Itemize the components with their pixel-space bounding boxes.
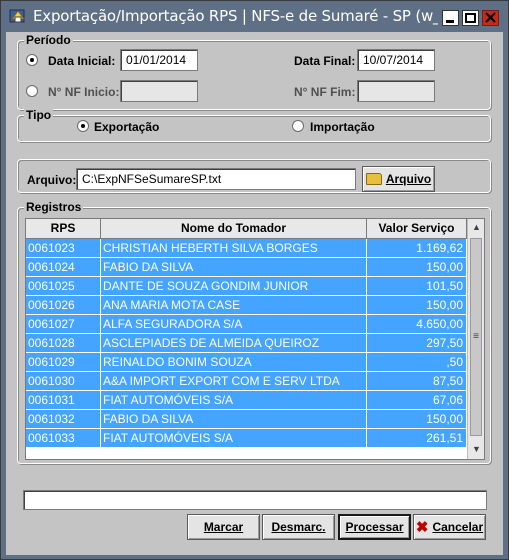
nf-fim-label: N° NF Fim: — [294, 85, 356, 99]
arquivo-button-label: Arquivo — [385, 172, 432, 186]
importacao-label[interactable]: Importação — [310, 120, 375, 134]
periodo-group-label: Período — [24, 33, 73, 47]
desmarcar-button-label: Desmarc. — [271, 520, 326, 534]
cell-rps: 0061023 — [26, 239, 101, 257]
close-button[interactable] — [482, 10, 499, 26]
radio-importacao[interactable] — [292, 120, 304, 132]
minimize-icon — [446, 20, 454, 23]
data-final-input[interactable]: 10/07/2014 — [357, 49, 435, 71]
table-row[interactable]: 0061031 FIAT AUTOMÓVEIS S/A 67,06 — [26, 391, 467, 410]
table-row[interactable]: 0061032 FABIO DA SILVA 150,00 — [26, 410, 467, 429]
data-final-label: Data Final: — [294, 54, 356, 68]
cell-rps: 0061028 — [26, 334, 101, 352]
vertical-scrollbar[interactable]: ▲ ≡ ▼ — [467, 219, 484, 459]
exportacao-label[interactable]: Exportação — [94, 120, 159, 134]
title-bar[interactable]: Exportação/Importação RPS | NFS-e de Sum… — [1, 1, 508, 31]
grid-body: 0061023 CHRISTIAN HEBERTH SILVA BORGES 1.1… — [26, 239, 467, 448]
cell-nome: DANTE DE SOUZA GONDIM JUNIOR — [101, 277, 367, 295]
column-header-rps[interactable]: RPS — [26, 219, 101, 239]
cell-valor: ,50 — [367, 353, 467, 371]
tipo-group-label: Tipo — [24, 108, 54, 122]
cell-valor: 150,00 — [367, 410, 467, 428]
column-header-valor-servico[interactable]: Valor Serviço — [367, 219, 467, 239]
data-inicial-label: Data Inicial: — [48, 54, 116, 68]
cell-valor: 67,06 — [367, 391, 467, 409]
nf-inicio-input[interactable] — [120, 80, 198, 102]
cell-valor: 297,50 — [367, 334, 467, 352]
maximize-icon — [465, 13, 476, 23]
cell-valor: 261,51 — [367, 429, 467, 447]
cell-valor: 87,50 — [367, 372, 467, 390]
cell-valor: 1.169,62 — [367, 239, 467, 257]
cell-rps: 0061030 — [26, 372, 101, 390]
table-row[interactable]: 0061026 ANA MARIA MOTA CASE 150,00 — [26, 296, 467, 315]
table-row[interactable]: 0061023 CHRISTIAN HEBERTH SILVA BORGES 1.1… — [26, 239, 467, 258]
cell-rps: 0061033 — [26, 429, 101, 447]
scroll-thumb[interactable]: ≡ — [470, 238, 482, 436]
cancelar-button[interactable]: ✖ Cancelar — [413, 514, 486, 540]
cell-rps: 0061025 — [26, 277, 101, 295]
marcar-button-label: Marcar — [203, 520, 244, 534]
table-row[interactable]: 0061024 FABIO DA SILVA 150,00 — [26, 258, 467, 277]
cell-nome: A&A IMPORT EXPORT COM E SERV LTDA — [101, 372, 367, 390]
cell-valor: 101,50 — [367, 277, 467, 295]
close-icon — [485, 12, 496, 23]
grid-header: RPS Nome do Tomador Valor Serviço — [26, 219, 467, 239]
scroll-up-icon[interactable]: ▲ — [468, 219, 484, 236]
registros-group-label: Registros — [24, 200, 84, 214]
cell-valor: 150,00 — [367, 258, 467, 276]
cancelar-button-label: Cancelar — [432, 520, 484, 534]
cell-nome: REINALDO BONIM SOUZA — [101, 353, 367, 371]
minimize-button[interactable] — [442, 10, 459, 26]
status-field — [23, 490, 487, 510]
cell-rps: 0061026 — [26, 296, 101, 314]
table-row[interactable]: 0061029 REINALDO BONIM SOUZA ,50 — [26, 353, 467, 372]
dialog-window: Exportação/Importação RPS | NFS-e de Sum… — [0, 0, 509, 560]
registros-grid[interactable]: RPS Nome do Tomador Valor Serviço 006102… — [25, 218, 485, 460]
table-row[interactable]: 0061033 FIAT AUTOMÓVEIS S/A 261,51 — [26, 429, 467, 448]
processar-button[interactable]: Processar — [338, 514, 411, 540]
cell-nome: ANA MARIA MOTA CASE — [101, 296, 367, 314]
cell-nome: ALFA SEGURADORA S/A — [101, 315, 367, 333]
arquivo-label: Arquivo: — [27, 173, 77, 187]
column-header-nome-tomador[interactable]: Nome do Tomador — [101, 219, 367, 239]
table-row[interactable]: 0061027 ALFA SEGURADORA S/A 4.650,00 — [26, 315, 467, 334]
cell-rps: 0061029 — [26, 353, 101, 371]
marcar-button[interactable]: Marcar — [187, 514, 260, 540]
table-row[interactable]: 0061030 A&A IMPORT EXPORT COM E SERV LTDA… — [26, 372, 467, 391]
cell-rps: 0061032 — [26, 410, 101, 428]
cell-rps: 0061027 — [26, 315, 101, 333]
cell-rps: 0061024 — [26, 258, 101, 276]
desmarcar-button[interactable]: Desmarc. — [262, 514, 335, 540]
cell-rps: 0061031 — [26, 391, 101, 409]
radio-exportacao[interactable] — [77, 120, 89, 132]
nf-fim-input[interactable] — [357, 80, 435, 102]
cell-nome: ASCLEPIADES DE ALMEIDA QUEIROZ — [101, 334, 367, 352]
x-mark-icon: ✖ — [415, 519, 429, 536]
table-row[interactable]: 0061025 DANTE DE SOUZA GONDIM JUNIOR 101,5… — [26, 277, 467, 296]
arquivo-browse-button[interactable]: Arquivo — [362, 166, 435, 192]
cell-nome: CHRISTIAN HEBERTH SILVA BORGES — [101, 239, 367, 257]
radio-nf-range[interactable] — [26, 85, 38, 97]
processar-button-label: Processar — [345, 520, 404, 534]
dialog-client-area: Período Data Inicial: 01/01/2014 Data Fi… — [6, 32, 503, 555]
arquivo-path-input[interactable]: C:\ExpNFSeSumareSP.txt — [76, 168, 356, 190]
maximize-button[interactable] — [462, 10, 479, 26]
cell-nome: FABIO DA SILVA — [101, 410, 367, 428]
cell-nome: FABIO DA SILVA — [101, 258, 367, 276]
cell-nome: FIAT AUTOMÓVEIS S/A — [101, 391, 367, 409]
window-title: Exportação/Importação RPS | NFS-e de Sum… — [33, 7, 438, 25]
folder-open-icon — [365, 173, 382, 185]
nf-inicio-label: N° NF Inicio: — [48, 85, 120, 99]
cell-valor: 4.650,00 — [367, 315, 467, 333]
table-row[interactable]: 0061028 ASCLEPIADES DE ALMEIDA QUEIROZ 297… — [26, 334, 467, 353]
cell-valor: 150,00 — [367, 296, 467, 314]
cell-nome: FIAT AUTOMÓVEIS S/A — [101, 429, 367, 447]
radio-data-range[interactable] — [26, 54, 38, 66]
app-icon — [9, 9, 25, 23]
scroll-down-icon[interactable]: ▼ — [468, 441, 484, 458]
data-inicial-input[interactable]: 01/01/2014 — [120, 49, 198, 71]
